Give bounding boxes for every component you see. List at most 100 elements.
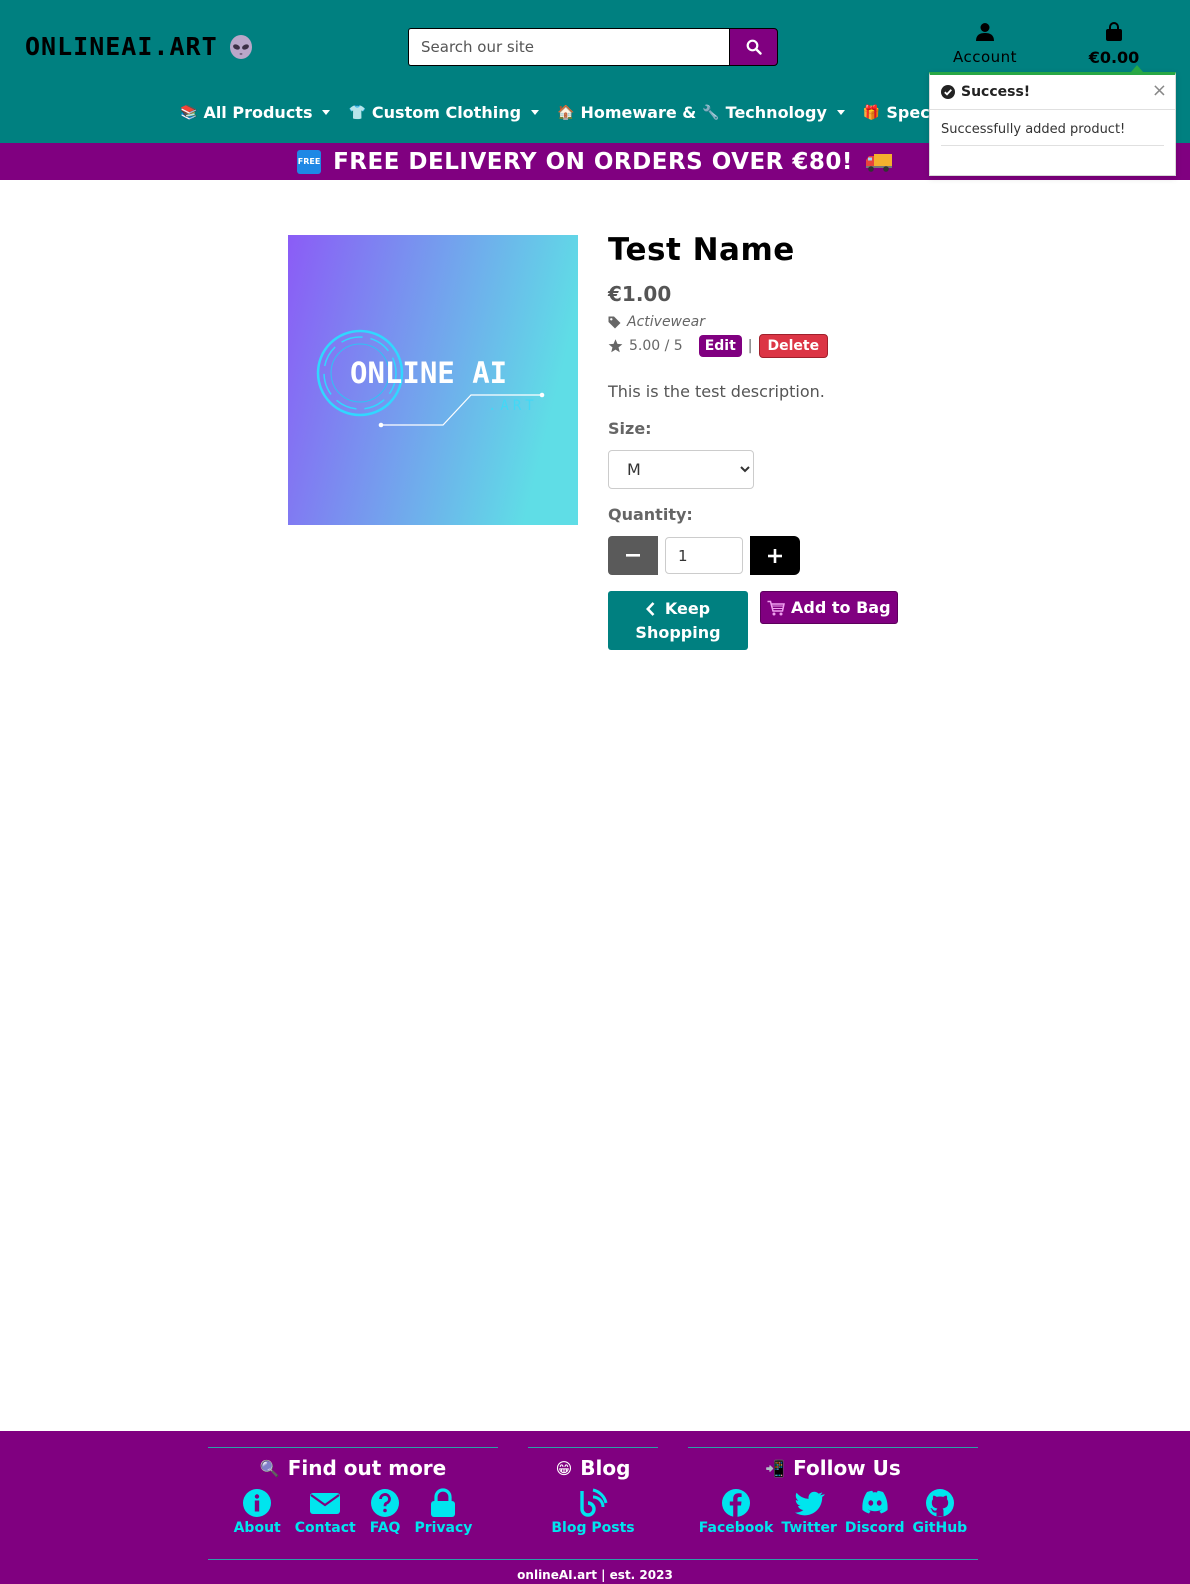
nav-custom-clothing[interactable]: 👕 Custom Clothing (348, 103, 540, 122)
account-label: Account (952, 48, 1018, 66)
footer-divider (208, 1559, 978, 1560)
footer-link-about[interactable]: About (234, 1488, 281, 1536)
delete-button[interactable]: Delete (758, 334, 829, 358)
footer-heading-label: Find out more (287, 1456, 447, 1480)
tag-icon (608, 316, 621, 328)
wrench-icon: 🔧 (702, 104, 720, 121)
shopping-bag-icon (1106, 22, 1122, 41)
decrement-button[interactable] (608, 536, 658, 575)
delivery-truck-icon (865, 153, 892, 172)
nav-label: Homeware & (580, 103, 697, 122)
footer-link-label: Blog Posts (551, 1520, 634, 1536)
size-label: Size: (608, 419, 652, 438)
copyright: onlineAI.art | est. 2023 (517, 1568, 673, 1582)
blog-link-word-1: Blog (551, 1520, 587, 1536)
logo-image-subtext: .ART (488, 398, 538, 414)
nav-label: Technology (725, 103, 827, 122)
caret-down-icon (531, 110, 540, 115)
success-toast: Success! × Successfully added product! (929, 65, 1176, 176)
footer-link-github[interactable]: GitHub (912, 1488, 968, 1536)
search-button[interactable] (729, 28, 778, 66)
footer-link-label: About (233, 1520, 281, 1536)
product-image[interactable]: ONLINE AI .ART (288, 235, 578, 525)
phone-icon: 📲 (765, 1458, 786, 1478)
chevron-left-icon (645, 601, 655, 616)
search-icon (746, 39, 762, 55)
edit-button[interactable]: Edit (698, 335, 742, 357)
footer-link-blog-posts[interactable]: Blog Posts (551, 1488, 635, 1536)
footer-find-out-more: 🔍 Find out more About Contact FAQ Privac… (208, 1447, 498, 1536)
action-buttons: Keep Shopping Add to Bag (608, 591, 968, 650)
site-footer: 🔍 Find out more About Contact FAQ Privac… (0, 1431, 1190, 1584)
nav-homeware-technology[interactable]: 🏠 Homeware & 🔧 Technology (557, 103, 845, 122)
footer-link-faq[interactable]: FAQ (369, 1488, 401, 1536)
toast-header: Success! (930, 75, 1175, 110)
info-circle-icon (243, 1489, 272, 1517)
footer-link-label: Facebook (698, 1520, 774, 1536)
blog-link-word-2: Posts (591, 1520, 635, 1536)
rating-row: 5.00 / 5 Edit | Delete (608, 334, 968, 358)
product-category[interactable]: Activewear (608, 314, 968, 330)
separator: | (747, 338, 753, 354)
footer-link-privacy[interactable]: Privacy (414, 1488, 472, 1536)
blog-icon (580, 1488, 608, 1517)
footer-link-discord[interactable]: Discord (845, 1488, 905, 1536)
books-icon: 📚 (180, 104, 198, 121)
shopping-cart-icon (767, 600, 785, 615)
logo-text[interactable]: ONLINEAI.ART (25, 32, 218, 61)
add-to-bag-button[interactable]: Add to Bag (760, 591, 898, 624)
footer-link-label: GitHub (912, 1520, 968, 1536)
footer-link-label: FAQ (369, 1520, 401, 1536)
facebook-icon (722, 1489, 751, 1517)
close-icon[interactable]: × (1152, 80, 1167, 101)
grin-icon: 😁 (555, 1458, 573, 1478)
nav-special[interactable]: 🎁 Spec (863, 103, 930, 122)
footer-link-facebook[interactable]: Facebook (698, 1488, 774, 1536)
footer-link-label: Privacy (414, 1520, 473, 1536)
question-circle-icon (371, 1489, 400, 1517)
footer-links: Facebook Twitter Discord GitHub (688, 1488, 978, 1536)
cart-link[interactable]: €0.00 (1072, 22, 1156, 67)
toast-arrow (1131, 65, 1143, 72)
quantity-input[interactable] (665, 537, 743, 574)
caret-down-icon (836, 110, 845, 115)
footer-heading: 📲 Follow Us (688, 1456, 978, 1480)
alien-icon (229, 34, 252, 59)
free-badge-icon: FREE (297, 149, 322, 174)
github-icon (925, 1489, 954, 1517)
discord-icon (862, 1490, 888, 1514)
footer-links: About Contact FAQ Privacy (208, 1488, 498, 1536)
footer-blog: 😁 Blog Blog Posts (528, 1447, 658, 1536)
account-link[interactable]: Account (940, 22, 1030, 66)
nav-label: Custom Clothing (371, 103, 522, 122)
product-name: Test Name (608, 232, 795, 268)
quantity-label: Quantity: (608, 505, 693, 524)
caret-down-icon (322, 110, 331, 115)
nav-all-products[interactable]: 📚 All Products (180, 103, 331, 122)
product-price: €1.00 (608, 282, 672, 306)
footer-heading: 🔍 Find out more (208, 1456, 498, 1480)
logo-image-text: ONLINE AI (350, 356, 507, 390)
quantity-stepper (608, 536, 968, 575)
site-logo[interactable]: ONLINEAI.ART (25, 32, 254, 61)
gift-icon: 🎁 (862, 104, 881, 121)
increment-button[interactable] (750, 536, 800, 575)
footer-heading: 😁 Blog (528, 1456, 658, 1480)
footer-link-label: Twitter (781, 1520, 837, 1536)
footer-follow-us: 📲 Follow Us Facebook Twitter Discord Git… (688, 1447, 978, 1536)
category-label: Activewear (627, 314, 705, 330)
keep-label-1: Keep (664, 598, 711, 618)
check-circle-icon (941, 85, 955, 99)
plus-icon (768, 548, 782, 563)
toast-message: Successfully added product! (941, 122, 1164, 146)
footer-link-label: Discord (844, 1520, 905, 1536)
keep-shopping-button[interactable]: Keep Shopping (608, 591, 748, 650)
footer-heading-label: Blog (580, 1456, 631, 1480)
search-input[interactable] (408, 28, 729, 66)
product-description: This is the test description. (608, 382, 825, 401)
footer-heading-label: Follow Us (793, 1456, 901, 1480)
size-select[interactable]: M (608, 450, 754, 489)
footer-link-contact[interactable]: Contact (295, 1488, 356, 1536)
nav-label: All Products (203, 103, 313, 122)
footer-link-twitter[interactable]: Twitter (781, 1488, 837, 1536)
